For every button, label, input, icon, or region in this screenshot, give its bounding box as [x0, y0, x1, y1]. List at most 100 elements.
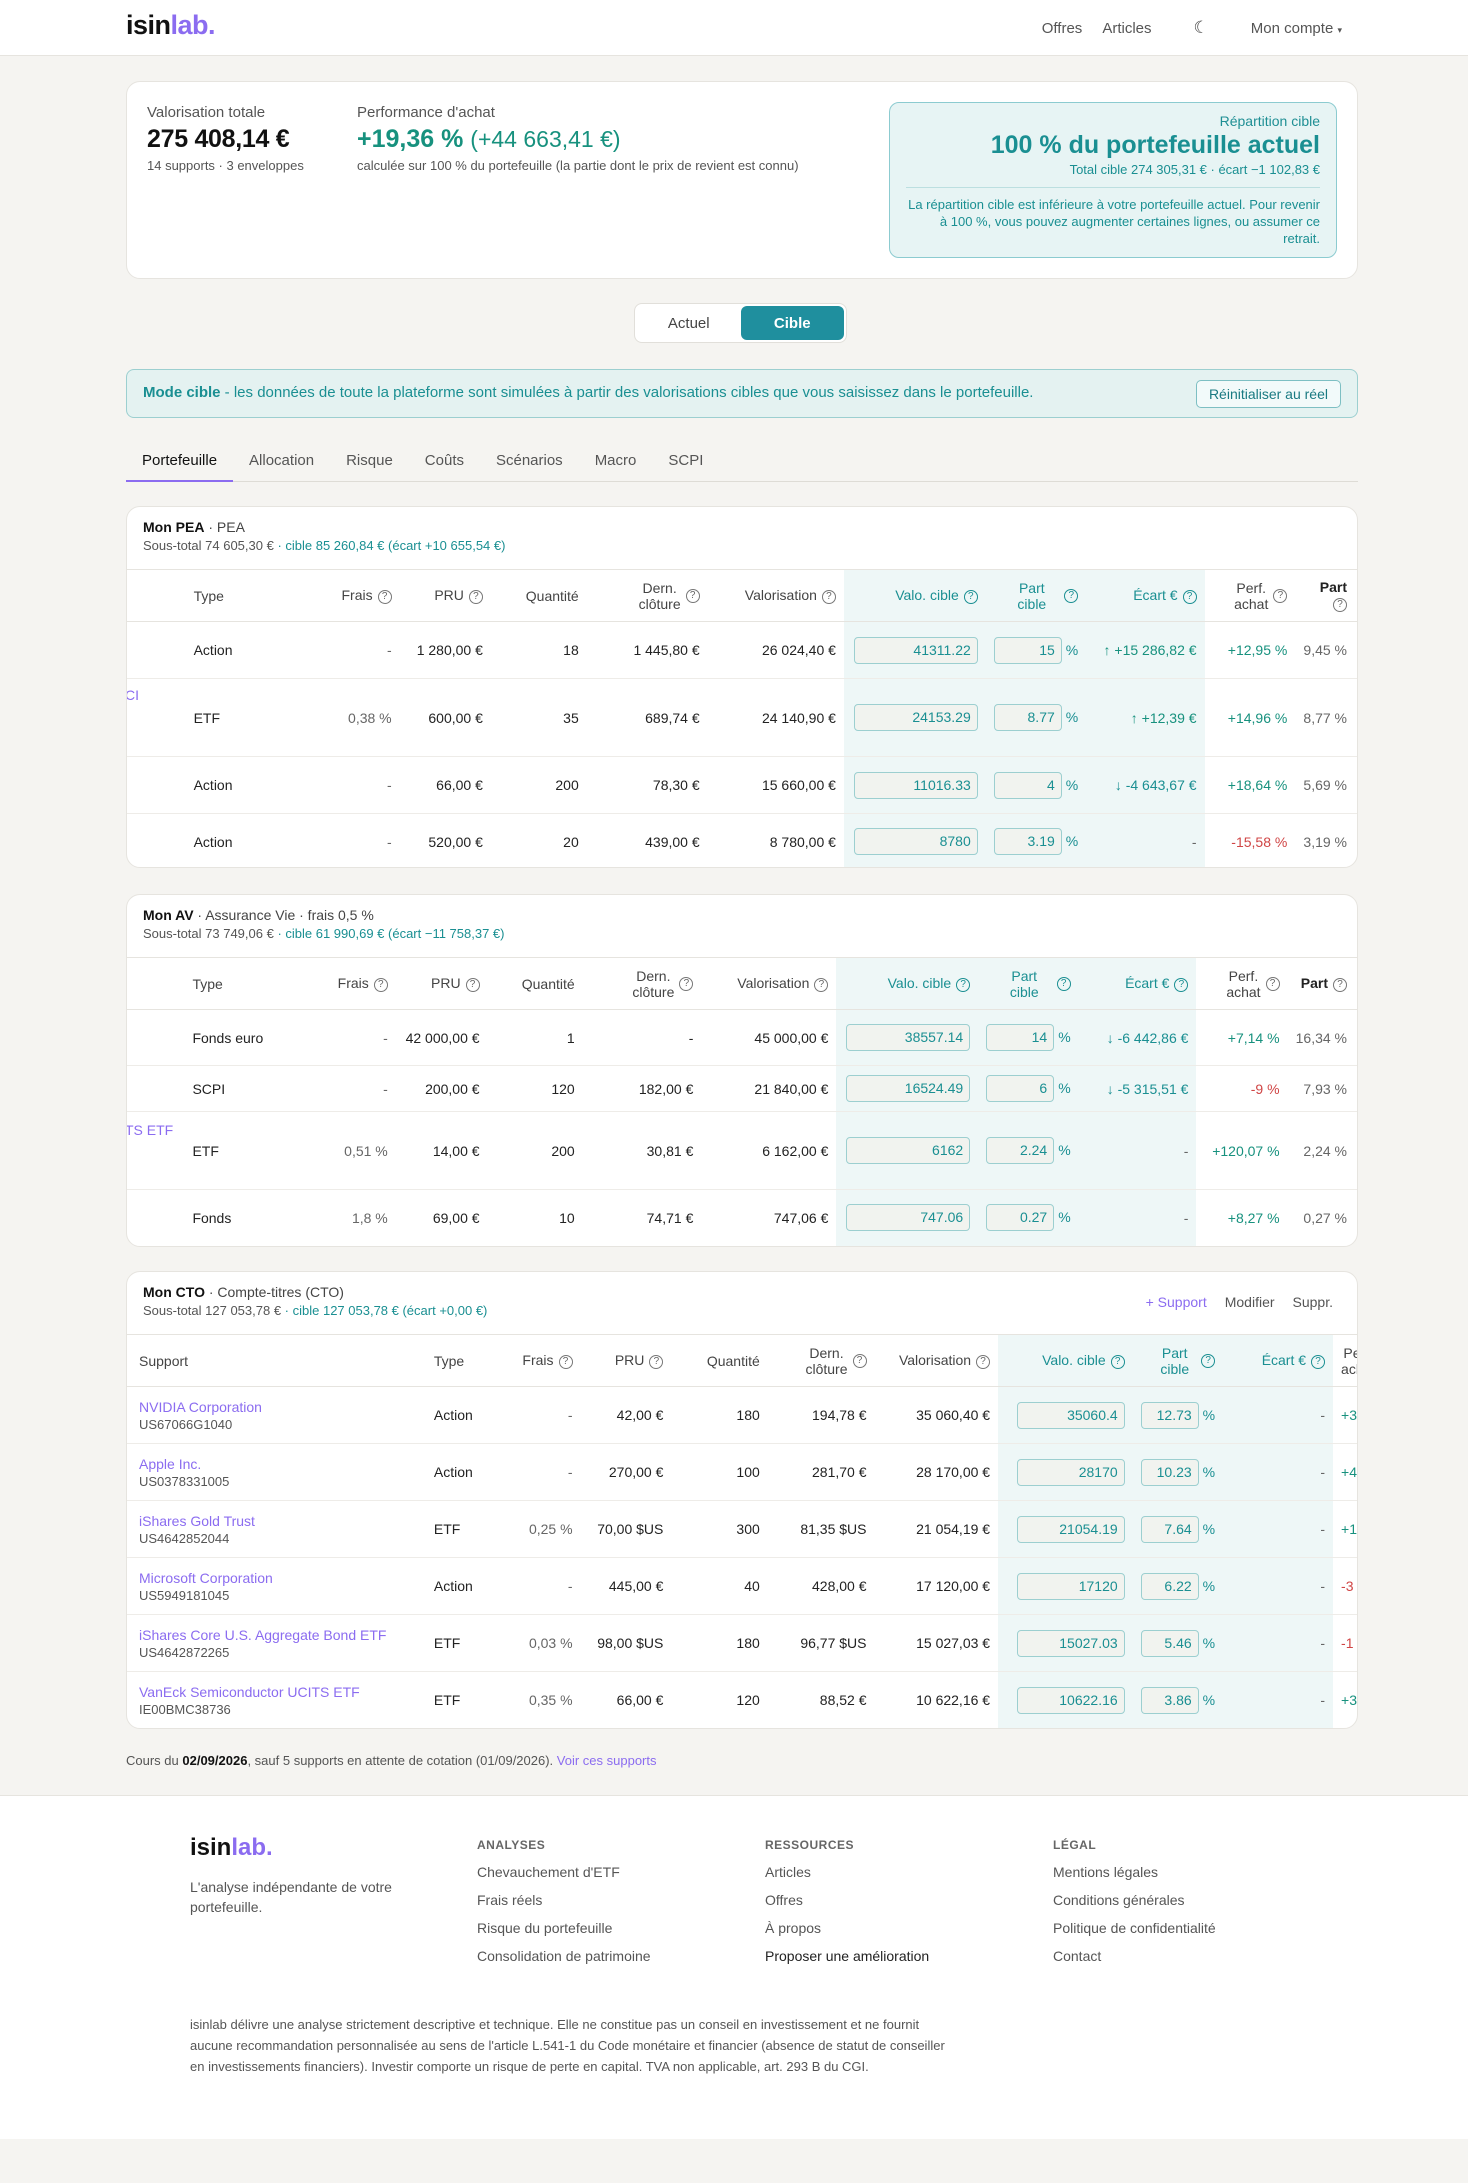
account-menu[interactable]: Mon compte ▾ [1251, 20, 1342, 37]
target-share-input[interactable]: 6.22 [1140, 1572, 1199, 1600]
target-valuation-input[interactable]: 10622.16 [1016, 1686, 1125, 1714]
target-valuation-input[interactable]: 747.06 [846, 1204, 971, 1232]
target-share-input[interactable]: 15 [993, 636, 1062, 664]
holdings-table: Support Type Frais? PRU? Quantité Dern. c… [127, 1334, 1357, 1728]
target-share-input[interactable]: 2.24 [986, 1137, 1055, 1164]
help-icon[interactable]: ? [377, 589, 392, 604]
help-icon[interactable]: ? [1333, 977, 1347, 992]
footer-link[interactable]: Articles [765, 1864, 929, 1880]
footer-tagline: L'analyse indépendante de votre portefeu… [190, 1879, 392, 1915]
footer-link[interactable]: Risque du portefeuille [477, 1920, 651, 1936]
target-valuation-input[interactable]: 28170 [1016, 1458, 1125, 1486]
target-share-input[interactable]: 4 [993, 771, 1062, 799]
help-icon[interactable]: ? [373, 977, 388, 992]
tab-risque[interactable]: Risque [330, 448, 409, 482]
help-icon[interactable]: ? [1056, 976, 1071, 991]
target-valuation-input[interactable]: 41311.22 [853, 636, 978, 664]
target-valuation-input[interactable]: 35060.4 [1016, 1401, 1125, 1429]
target-share-input[interactable]: 5.46 [1140, 1629, 1199, 1657]
help-icon[interactable]: ? [1174, 977, 1189, 992]
footer-col-legal: LÉGAL Mentions légales Conditions généra… [1053, 1838, 1216, 1964]
nav-articles[interactable]: Articles [1102, 20, 1151, 37]
support-link[interactable]: iShares Gold Trust [139, 1513, 418, 1529]
nav-offres[interactable]: Offres [1042, 20, 1083, 37]
footer-link[interactable]: Mentions légales [1053, 1864, 1216, 1880]
support-link[interactable]: NVIDIA Corporation [139, 1399, 418, 1415]
total-valuation: Valorisation totale 275 408,14 € 14 supp… [147, 104, 304, 173]
delete-button[interactable]: Suppr. [1293, 1294, 1333, 1310]
help-icon[interactable]: ? [1201, 1353, 1216, 1368]
footer-link[interactable]: Contact [1053, 1948, 1216, 1964]
help-icon[interactable]: ? [685, 588, 700, 603]
help-icon[interactable]: ? [976, 1354, 991, 1369]
help-icon[interactable]: ? [649, 1354, 664, 1369]
target-valuation-input[interactable]: 21054.19 [1016, 1515, 1125, 1543]
help-icon[interactable]: ? [852, 1353, 867, 1368]
purchase-performance: Performance d'achat +19,36 % (+44 663,41… [357, 104, 799, 173]
tab-scenarios[interactable]: Scénarios [480, 448, 579, 482]
help-icon[interactable]: ? [1182, 589, 1197, 604]
target-share-input[interactable]: 7.64 [1140, 1515, 1199, 1543]
target-valuation-input[interactable]: 11016.33 [853, 771, 978, 799]
footer-link[interactable]: Chevauchement d'ETF [477, 1864, 651, 1880]
help-icon[interactable]: ? [468, 589, 483, 604]
footer-link[interactable]: Conditions générales [1053, 1892, 1216, 1908]
help-icon[interactable]: ? [963, 589, 978, 604]
footer-link[interactable]: À propos [765, 1920, 929, 1936]
target-share-input[interactable]: 10.23 [1140, 1458, 1199, 1486]
footer-link[interactable]: Offres [765, 1892, 929, 1908]
toggle-actual[interactable]: Actuel [637, 306, 741, 340]
help-icon[interactable]: ? [821, 589, 836, 604]
tab-portefeuille[interactable]: Portefeuille [126, 448, 234, 482]
see-supports-link[interactable]: Voir ces supports [557, 1753, 657, 1768]
reset-button[interactable]: Réinitialiser au réel [1195, 380, 1341, 408]
target-valuation-input[interactable]: 6162 [846, 1137, 971, 1164]
logo[interactable]: isinlab. [126, 10, 216, 41]
footer-link[interactable]: Politique de confidentialité [1053, 1920, 1216, 1936]
table-row: NVIDIA Corporation US67066G1040 Action -42… [127, 1386, 1357, 1444]
target-valuation-input[interactable]: 8780 [853, 828, 978, 856]
moon-icon[interactable]: ☾ [1194, 18, 1209, 38]
help-icon[interactable]: ? [1064, 588, 1079, 603]
target-share-input[interactable]: 14 [986, 1024, 1055, 1051]
target-share-input[interactable]: 6 [986, 1075, 1055, 1102]
help-icon[interactable]: ? [814, 977, 829, 992]
help-icon[interactable]: ? [956, 977, 971, 992]
tab-allocation[interactable]: Allocation [233, 448, 330, 482]
help-icon[interactable]: ? [1333, 597, 1347, 612]
toggle-target[interactable]: Cible [740, 306, 844, 340]
target-share-input[interactable]: 0.27 [986, 1204, 1055, 1232]
edit-button[interactable]: Modifier [1225, 1294, 1275, 1310]
target-share-input[interactable]: 3.86 [1140, 1686, 1199, 1714]
target-valuation-input[interactable]: 38557.14 [846, 1024, 971, 1051]
help-icon[interactable]: ? [679, 976, 694, 991]
table-header: Type Frais? PRU? Quantité Dern. clôture? … [127, 957, 1357, 1010]
help-icon[interactable]: ? [558, 1354, 573, 1369]
support-link[interactable]: Microsoft Corporation [139, 1570, 418, 1586]
target-valuation-input[interactable]: 16524.49 [846, 1075, 971, 1102]
target-share-input[interactable]: 8.77 [993, 704, 1062, 731]
support-link[interactable]: VanEck Semiconductor UCITS ETF [139, 1684, 418, 1700]
table-row: Action -520,00 €20 439,00 €8 780,00 € 8780… [127, 813, 1357, 867]
target-share-input[interactable]: 12.73 [1140, 1401, 1199, 1429]
target-valuation-input[interactable]: 24153.29 [853, 704, 978, 731]
help-icon[interactable]: ? [1273, 588, 1288, 603]
help-icon[interactable]: ? [1265, 976, 1280, 991]
footer-link[interactable]: Consolidation de patrimoine [477, 1948, 651, 1964]
help-icon[interactable]: ? [465, 977, 480, 992]
target-valuation-input[interactable]: 15027.03 [1016, 1629, 1125, 1657]
footer-link[interactable]: Proposer une amélioration [765, 1948, 929, 1964]
support-link[interactable]: iShares Core U.S. Aggregate Bond ETF [139, 1627, 418, 1643]
tab-couts[interactable]: Coûts [409, 448, 480, 482]
target-share-input[interactable]: 3.19 [993, 828, 1062, 856]
target-valuation-input[interactable]: 17120 [1016, 1572, 1125, 1600]
footer-logo[interactable]: isinlab. [190, 1834, 273, 1862]
tab-macro[interactable]: Macro [579, 448, 653, 482]
footer-link[interactable]: Frais réels [477, 1892, 651, 1908]
help-icon[interactable]: ? [1311, 1354, 1326, 1369]
table-row: Microsoft Corporation US5949181045 Action… [127, 1557, 1357, 1615]
help-icon[interactable]: ? [1110, 1354, 1125, 1369]
add-support-button[interactable]: + Support [1146, 1294, 1207, 1310]
tab-scpi[interactable]: SCPI [652, 448, 719, 482]
support-link[interactable]: Apple Inc. [139, 1456, 418, 1472]
